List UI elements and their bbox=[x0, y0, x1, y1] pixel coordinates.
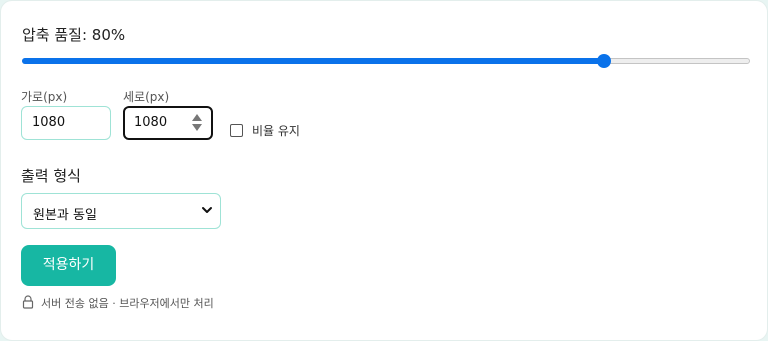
spin-down-icon[interactable] bbox=[192, 124, 202, 131]
quality-slider[interactable] bbox=[22, 54, 750, 68]
apply-button[interactable]: 적용하기 bbox=[21, 245, 116, 286]
keep-ratio-label[interactable]: 비율 유지 bbox=[252, 122, 300, 139]
format-label: 출력 형식 bbox=[21, 167, 81, 185]
lock-icon bbox=[22, 295, 34, 309]
height-input[interactable]: 1080 bbox=[123, 106, 213, 140]
privacy-note: 서버 전송 없음 · 브라우저에서만 처리 bbox=[41, 297, 214, 310]
quality-label: 압축 품질: 80% bbox=[22, 26, 126, 44]
height-label: 세로(px) bbox=[123, 90, 170, 104]
spin-up-icon[interactable] bbox=[192, 114, 202, 121]
spin-arrows-icon[interactable] bbox=[192, 114, 202, 132]
width-label: 가로(px) bbox=[21, 90, 68, 104]
keep-ratio-checkbox[interactable] bbox=[230, 124, 243, 137]
width-value: 1080 bbox=[32, 115, 66, 130]
settings-panel: 압축 품질: 80% 가로(px) 1080 세로(px) 1080 비율 유지… bbox=[0, 0, 768, 341]
width-input[interactable]: 1080 bbox=[21, 106, 111, 140]
format-selected-value: 원본과 동일 bbox=[33, 208, 97, 223]
height-value: 1080 bbox=[134, 115, 168, 130]
slider-fill bbox=[22, 58, 605, 64]
slider-thumb[interactable] bbox=[597, 54, 612, 68]
chevron-down-icon bbox=[202, 207, 212, 213]
format-select[interactable]: 원본과 동일 bbox=[21, 193, 221, 229]
